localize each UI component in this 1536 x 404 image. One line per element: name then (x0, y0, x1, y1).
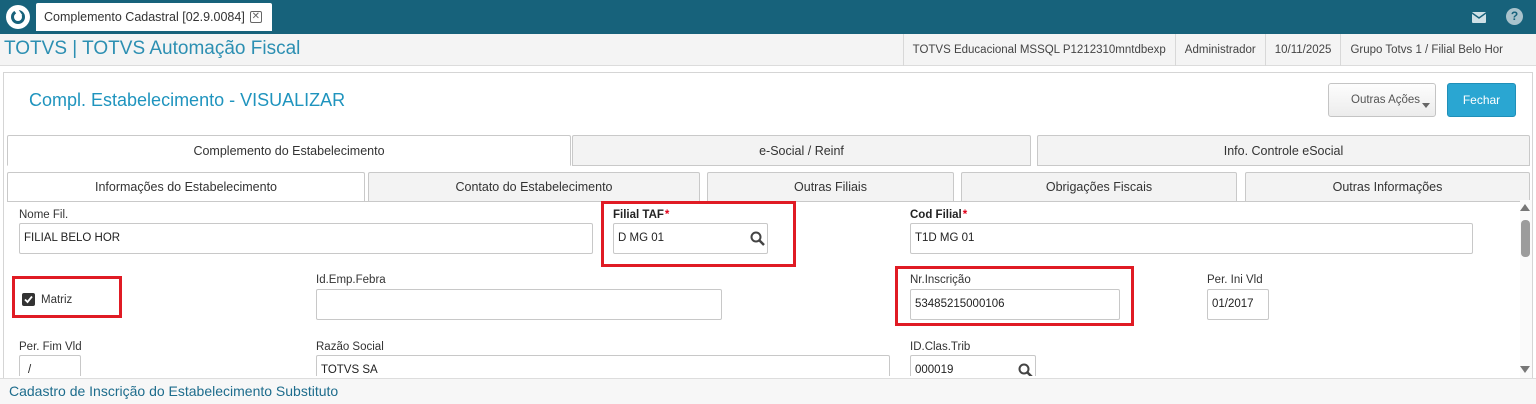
filial-taf-label: Filial TAF* (613, 209, 669, 221)
tab-label: Complemento do Estabelecimento (193, 143, 385, 158)
status-bar: TOTVS Educacional MSSQL P1212310mntdbexp… (902, 34, 1512, 66)
scroll-thumb[interactable] (1521, 220, 1530, 257)
environment-label[interactable]: TOTVS Educacional MSSQL P1212310mntdbexp (902, 34, 1175, 66)
tab-label: e-Social / Reinf (759, 143, 844, 158)
tab-complemento[interactable]: Complemento do Estabelecimento (7, 135, 571, 166)
close-tab-icon[interactable]: ✕ (249, 11, 262, 23)
close-button[interactable]: Fechar (1447, 83, 1516, 117)
nome-fil-field[interactable]: FILIAL BELO HOR (19, 223, 593, 254)
nr-inscricao-field[interactable]: 53485215000106 (910, 289, 1120, 320)
cod-filial-label-text: Cod Filial (910, 209, 962, 221)
required-mark: * (664, 209, 670, 221)
chevron-down-icon (1422, 103, 1430, 108)
tab-label: Outras Filiais (794, 180, 867, 194)
filial-taf-field[interactable]: D MG 01 (613, 223, 768, 254)
tab-info-controle[interactable]: Info. Controle eSocial (1037, 135, 1530, 166)
tab-label: Obrigações Fiscais (1045, 180, 1153, 194)
header-bar: TOTVS | TOTVS Automação Fiscal TOTVS Edu… (0, 34, 1536, 66)
search-icon[interactable] (1018, 363, 1033, 376)
razao-social-label: Razão Social (316, 341, 384, 353)
app-tab[interactable]: Complemento Cadastral [02.9.0084] ✕ (36, 3, 272, 31)
filial-taf-label-text: Filial TAF (613, 209, 664, 221)
other-actions-label: Outras Ações (1351, 94, 1421, 106)
id-emp-febra-label: Id.Emp.Febra (316, 274, 386, 286)
totvs-logo-icon[interactable] (6, 5, 30, 29)
id-emp-febra-field[interactable] (316, 289, 722, 320)
filial-taf-value: D MG 01 (618, 232, 665, 244)
tab-label: Informações do Estabelecimento (94, 180, 278, 194)
per-fim-vld-field[interactable]: / (19, 355, 81, 376)
subtab-obrigacoes[interactable]: Obrigações Fiscais (961, 172, 1237, 202)
app-tab-label: Complemento Cadastral [02.9.0084] (44, 10, 245, 24)
razao-social-field[interactable]: TOTVS SA (316, 355, 890, 376)
search-icon[interactable] (750, 231, 765, 246)
required-mark: * (962, 209, 968, 221)
matriz-checkbox[interactable] (22, 293, 35, 306)
nr-inscricao-label: Nr.Inscrição (910, 274, 971, 286)
per-fim-vld-label: Per. Fim Vld (19, 341, 82, 353)
section-link[interactable]: Cadastro de Inscrição do Estabelecimento… (9, 383, 338, 399)
per-ini-vld-field[interactable]: 01/2017 (1207, 289, 1269, 320)
scroll-down-icon[interactable] (1520, 366, 1530, 373)
scroll-up-icon[interactable] (1520, 204, 1530, 211)
help-icon[interactable]: ? (1506, 8, 1523, 25)
subtab-outras-informacoes[interactable]: Outras Informações (1245, 172, 1530, 202)
top-bar: Complemento Cadastral [02.9.0084] ✕ ? (0, 0, 1536, 34)
id-clas-trib-label: ID.Clas.Trib (910, 341, 971, 353)
branch-label[interactable]: Grupo Totvs 1 / Filial Belo Hor (1340, 34, 1512, 66)
tab-label: Contato do Estabelecimento (455, 180, 613, 194)
cod-filial-field[interactable]: T1D MG 01 (910, 223, 1473, 254)
tab-label: Outras Informações (1332, 180, 1443, 194)
matriz-label: Matriz (41, 294, 73, 306)
mail-icon[interactable] (1464, 5, 1494, 29)
other-actions-button[interactable]: Outras Ações (1328, 83, 1436, 117)
tab-esocial-reinf[interactable]: e-Social / Reinf (572, 135, 1031, 166)
tab-label: Info. Controle eSocial (1223, 143, 1344, 158)
form-window: Compl. Estabelecimento - VISUALIZAR Outr… (3, 72, 1533, 404)
app-title: TOTVS | TOTVS Automação Fiscal (4, 38, 301, 59)
page-title: Compl. Estabelecimento - VISUALIZAR (29, 90, 346, 110)
form-area: Nome Fil. FILIAL BELO HOR Filial TAF* D … (7, 201, 1521, 376)
section-bar: Cadastro de Inscrição do Estabelecimento… (0, 378, 1536, 404)
subtab-contato[interactable]: Contato do Estabelecimento (368, 172, 700, 202)
date-label[interactable]: 10/11/2025 (1264, 34, 1341, 66)
nome-fil-label: Nome Fil. (19, 209, 69, 221)
user-label[interactable]: Administrador (1174, 34, 1265, 66)
id-clas-trib-value: 000019 (915, 364, 954, 376)
per-ini-vld-label: Per. Ini Vld (1207, 274, 1263, 286)
subtab-outras-filiais[interactable]: Outras Filiais (707, 172, 954, 202)
cod-filial-label: Cod Filial* (910, 209, 967, 221)
subtab-informacoes[interactable]: Informações do Estabelecimento (7, 172, 365, 202)
